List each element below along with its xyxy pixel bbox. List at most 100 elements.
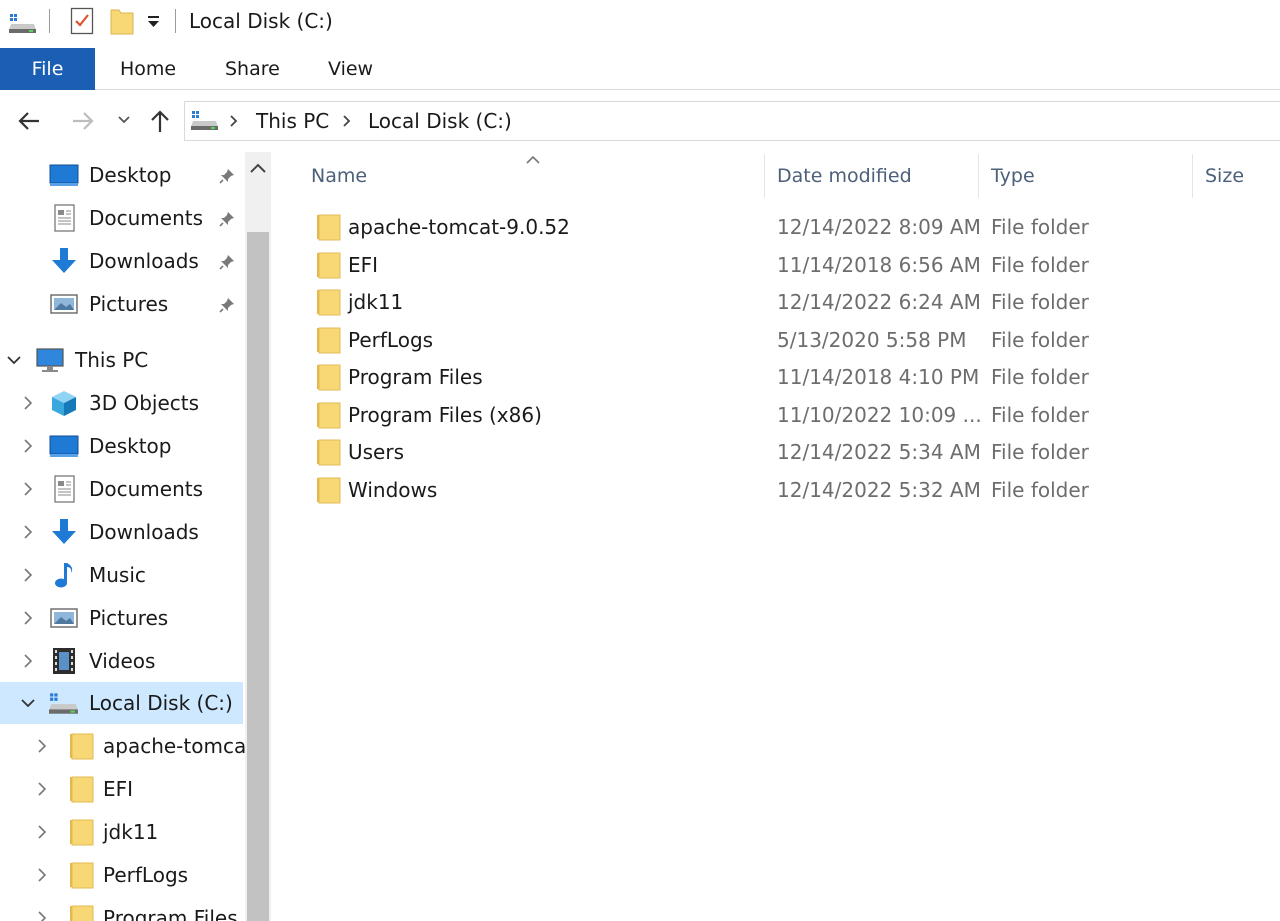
nav-item-desktop-pinned[interactable]: Desktop: [0, 155, 243, 195]
nav-item-music[interactable]: Music: [0, 555, 243, 595]
column-divider[interactable]: [764, 154, 765, 198]
nav-item-label: Downloads: [89, 520, 199, 544]
customize-toolbar-dropdown-icon[interactable]: [146, 14, 162, 33]
scrollbar-thumb[interactable]: [247, 232, 269, 921]
videos-icon: [49, 647, 79, 675]
file-row[interactable]: EFI 11/14/2018 6:56 AM File folder: [275, 247, 1280, 284]
desktop-icon: [49, 432, 79, 460]
chevron-right-icon[interactable]: [20, 438, 36, 454]
nav-item-label: Pictures: [89, 292, 169, 316]
chevron-right-icon[interactable]: [34, 867, 50, 883]
file-type: File folder: [991, 477, 1089, 502]
folder-icon: [68, 775, 98, 803]
chevron-right-icon[interactable]: [34, 910, 50, 921]
chevron-right-icon[interactable]: [34, 738, 50, 754]
nav-item-folder-program-files[interactable]: Program Files: [0, 898, 243, 921]
nav-item-label: Desktop: [89, 434, 172, 458]
nav-item-3d-objects[interactable]: 3D Objects: [0, 383, 243, 423]
file-date-modified: 5/13/2020 5:58 PM: [777, 327, 967, 352]
nav-item-this-pc[interactable]: This PC: [0, 340, 243, 380]
this-pc-icon: [35, 346, 65, 374]
nav-item-folder-perflogs[interactable]: PerfLogs: [0, 855, 243, 895]
breadcrumb-this-pc[interactable]: This PC: [256, 108, 329, 134]
file-type: File folder: [991, 402, 1089, 427]
downloads-icon: [49, 247, 79, 275]
nav-item-local-disk[interactable]: Local Disk (C:): [0, 682, 243, 724]
pin-icon[interactable]: [218, 253, 236, 271]
address-bar[interactable]: This PC Local Disk (C:): [184, 101, 1280, 141]
chevron-right-icon[interactable]: [20, 524, 36, 540]
pictures-icon: [49, 604, 79, 632]
file-row[interactable]: Program Files 11/14/2018 4:10 PM File fold…: [275, 359, 1280, 396]
nav-item-folder-jdk11[interactable]: jdk11: [0, 812, 243, 852]
window-title: Local Disk (C:): [189, 9, 333, 33]
chevron-down-icon[interactable]: [6, 352, 22, 368]
chevron-right-icon[interactable]: [34, 824, 50, 840]
chevron-right-icon[interactable]: [20, 653, 36, 669]
pin-icon[interactable]: [218, 296, 236, 314]
nav-item-documents-pinned[interactable]: Documents: [0, 198, 243, 238]
nav-item-pictures-pinned[interactable]: Pictures: [0, 284, 243, 324]
file-row[interactable]: Users 12/14/2022 5:34 AM File folder: [275, 434, 1280, 471]
chevron-right-icon[interactable]: [20, 395, 36, 411]
column-header-type[interactable]: Type: [991, 162, 1035, 190]
back-arrow-icon[interactable]: [16, 108, 42, 134]
tab-file[interactable]: File: [0, 48, 95, 90]
toolbar-separator: [175, 9, 176, 33]
breadcrumb-chevron-icon[interactable]: [228, 113, 240, 133]
pin-icon[interactable]: [218, 210, 236, 228]
new-folder-icon[interactable]: [110, 7, 134, 39]
up-arrow-icon[interactable]: [147, 108, 173, 134]
chevron-down-icon[interactable]: [20, 695, 36, 711]
file-date-modified: 12/14/2022 5:32 AM: [777, 477, 981, 502]
scroll-up-arrow-icon[interactable]: [245, 152, 271, 186]
chevron-right-icon[interactable]: [34, 781, 50, 797]
nav-item-label: EFI: [103, 777, 134, 801]
nav-item-desktop[interactable]: Desktop: [0, 426, 243, 466]
navigation-pane-scrollbar[interactable]: [245, 152, 271, 921]
breadcrumb-chevron-icon[interactable]: [341, 113, 353, 133]
nav-item-folder-apache-tomcat[interactable]: apache-tomcat-9.0.52: [0, 726, 245, 766]
folder-icon: [68, 861, 98, 889]
folder-icon: [315, 213, 341, 241]
drive-icon: [191, 109, 219, 135]
file-row[interactable]: Windows 12/14/2022 5:32 AM File folder: [275, 472, 1280, 509]
forward-arrow-icon[interactable]: [70, 108, 96, 134]
nav-item-label: Documents: [89, 477, 204, 501]
folder-icon: [315, 438, 341, 466]
nav-item-downloads-pinned[interactable]: Downloads: [0, 241, 243, 281]
file-row[interactable]: Program Files (x86) 11/10/2022 10:09 ... F…: [275, 397, 1280, 434]
nav-item-downloads[interactable]: Downloads: [0, 512, 243, 552]
column-divider[interactable]: [1192, 154, 1193, 198]
title-bar: Local Disk (C:): [0, 0, 1280, 44]
nav-item-documents[interactable]: Documents: [0, 469, 243, 509]
file-row[interactable]: apache-tomcat-9.0.52 12/14/2022 8:09 AM Fi…: [275, 209, 1280, 246]
tab-home[interactable]: Home: [120, 48, 176, 90]
file-name: PerfLogs: [348, 327, 434, 352]
sort-ascending-icon: [525, 150, 541, 169]
breadcrumb-local-disk[interactable]: Local Disk (C:): [368, 108, 512, 134]
folder-icon: [68, 904, 98, 921]
column-divider[interactable]: [978, 154, 979, 198]
nav-item-pictures[interactable]: Pictures: [0, 598, 243, 638]
chevron-right-icon[interactable]: [20, 567, 36, 583]
column-header-size[interactable]: Size: [1205, 162, 1244, 190]
column-header-date-modified[interactable]: Date modified: [777, 162, 912, 190]
folder-icon: [315, 326, 341, 354]
folder-icon: [315, 363, 341, 391]
nav-item-videos[interactable]: Videos: [0, 641, 243, 681]
file-row[interactable]: PerfLogs 5/13/2020 5:58 PM File folder: [275, 322, 1280, 359]
tab-view[interactable]: View: [328, 48, 373, 90]
file-type: File folder: [991, 440, 1089, 464]
tab-share[interactable]: Share: [225, 48, 280, 90]
file-date-modified: 11/14/2018 6:56 AM: [777, 252, 981, 277]
properties-icon[interactable]: [70, 7, 94, 39]
chevron-right-icon[interactable]: [20, 610, 36, 626]
pin-icon[interactable]: [218, 167, 236, 185]
recent-locations-chevron-icon[interactable]: [116, 112, 132, 128]
file-row[interactable]: jdk11 12/14/2022 6:24 AM File folder: [275, 284, 1280, 321]
chevron-right-icon[interactable]: [20, 481, 36, 497]
column-header-name[interactable]: Name: [311, 162, 367, 190]
nav-item-folder-efi[interactable]: EFI: [0, 769, 243, 809]
file-list: Name Date modified Type Size apache-tomc…: [275, 144, 1280, 921]
